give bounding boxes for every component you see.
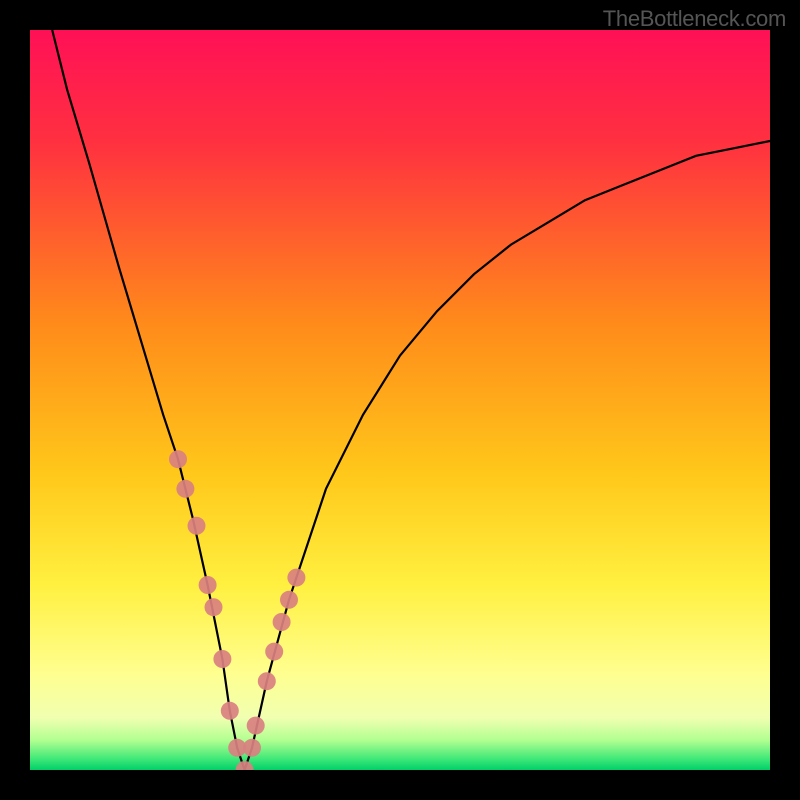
marker-dot: [243, 739, 261, 757]
marker-dot: [280, 591, 298, 609]
marker-dot: [221, 702, 239, 720]
marker-dot: [258, 672, 276, 690]
bottleneck-curve-svg: [30, 30, 770, 770]
marker-dot: [199, 576, 217, 594]
highlight-markers: [169, 450, 305, 770]
frame-right: [770, 0, 800, 800]
frame-left: [0, 0, 30, 800]
marker-dot: [169, 450, 187, 468]
watermark-label: TheBottleneck.com: [603, 6, 786, 32]
marker-dot: [205, 598, 223, 616]
marker-dot: [287, 569, 305, 587]
marker-dot: [213, 650, 231, 668]
bottleneck-curve-path: [52, 30, 770, 770]
plot-area: [30, 30, 770, 770]
frame-bottom: [0, 770, 800, 800]
marker-dot: [273, 613, 291, 631]
marker-dot: [188, 517, 206, 535]
marker-dot: [176, 480, 194, 498]
marker-dot: [247, 717, 265, 735]
marker-dot: [265, 643, 283, 661]
marker-dot: [236, 761, 254, 770]
